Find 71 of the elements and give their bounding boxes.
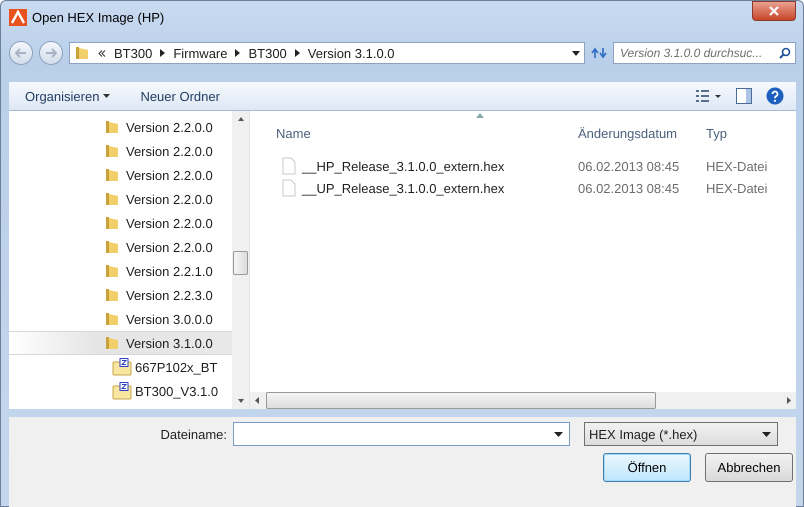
window-title: Open HEX Image (HP) bbox=[32, 10, 164, 24]
tree-item[interactable]: Version 3.1.0.0 bbox=[9, 331, 232, 355]
file-type: HEX-Datei bbox=[706, 158, 768, 174]
refresh-icon[interactable] bbox=[591, 46, 607, 60]
file-date: 06.02.2013 08:45 bbox=[578, 158, 680, 174]
breadcrumb-item[interactable]: BT300 bbox=[248, 46, 287, 60]
back-arrow-icon bbox=[15, 48, 27, 58]
tree-item[interactable]: Version 2.2.1.0 bbox=[9, 259, 232, 283]
folder-icon bbox=[104, 119, 120, 135]
file-type: HEX-Datei bbox=[706, 180, 768, 196]
tree-item[interactable]: Version 2.2.0.0 bbox=[9, 163, 232, 187]
folder-icon bbox=[104, 143, 120, 159]
filename-label: Dateiname: bbox=[160, 426, 227, 442]
dropdown-arrow-icon bbox=[554, 432, 563, 436]
tree-item[interactable]: Version 2.2.0.0 bbox=[9, 139, 232, 163]
search-field[interactable]: Version 3.1.0.0 durchsuc... bbox=[613, 42, 796, 64]
tree-item[interactable]: Version 3.0.0.0 bbox=[9, 307, 232, 331]
file-icon bbox=[282, 157, 296, 175]
breadcrumb-item[interactable]: BT300 bbox=[114, 46, 152, 60]
toolbar-button[interactable]: Neuer Ordner bbox=[136, 86, 224, 106]
column-header[interactable]: Name bbox=[276, 126, 578, 141]
help-icon[interactable] bbox=[766, 87, 784, 105]
search-icon bbox=[779, 47, 791, 59]
dropdown-arrow-icon[interactable] bbox=[572, 50, 580, 56]
close-icon bbox=[769, 6, 779, 16]
tree-item[interactable]: Version 2.2.0.0 bbox=[9, 235, 232, 259]
column-header[interactable]: Änderungsdatum bbox=[578, 126, 706, 141]
scroll-thumb[interactable] bbox=[266, 392, 656, 409]
breadcrumb-arrow-icon bbox=[160, 49, 166, 57]
folder-icon bbox=[104, 239, 120, 255]
file-name[interactable]: __UP_Release_3.1.0.0_extern.hex bbox=[302, 180, 504, 196]
breadcrumb-item[interactable]: Firmware bbox=[173, 46, 228, 60]
folder-icon bbox=[104, 191, 120, 207]
breadcrumb-item[interactable]: Version 3.1.0.0 bbox=[308, 46, 395, 60]
folder-icon bbox=[74, 45, 90, 61]
folder-icon bbox=[104, 263, 120, 279]
tree-item[interactable]: BT300_V3.1.0 bbox=[9, 379, 232, 403]
folder-icon bbox=[104, 311, 120, 327]
file-date: 06.02.2013 08:45 bbox=[578, 180, 680, 196]
tree-item[interactable]: Version 2.2.3.0 bbox=[9, 283, 232, 307]
address-bar[interactable]: BT300 Firmware BT300 Version 3.1.0.0 bbox=[69, 42, 585, 64]
folder-icon bbox=[104, 215, 120, 231]
folder-icon bbox=[104, 287, 120, 303]
open-button[interactable]: Öffnen bbox=[603, 453, 691, 482]
app-logo-icon bbox=[9, 8, 27, 26]
tree-item[interactable]: Version 2.2.0.0 bbox=[9, 211, 232, 235]
overflow-chevron-icon bbox=[98, 50, 106, 56]
filename-field[interactable] bbox=[233, 422, 570, 446]
sort-arrow-icon bbox=[476, 113, 484, 118]
archive-icon bbox=[112, 358, 132, 376]
folder-icon bbox=[104, 167, 120, 183]
close-button[interactable] bbox=[752, 1, 796, 21]
folder-icon bbox=[104, 335, 120, 351]
organize-menu-button[interactable]: Organisieren bbox=[21, 86, 114, 106]
cancel-button[interactable]: Abbrechen bbox=[705, 453, 793, 482]
tree-item[interactable]: Version 2.2.0.0 bbox=[9, 115, 232, 139]
scroll-thumb[interactable] bbox=[233, 251, 248, 275]
view-list-icon[interactable] bbox=[696, 89, 722, 103]
archive-icon bbox=[112, 382, 132, 400]
preview-pane-icon[interactable] bbox=[736, 88, 752, 104]
dropdown-arrow-icon bbox=[762, 432, 771, 436]
column-header[interactable]: Typ bbox=[706, 126, 786, 141]
tree-item[interactable]: 667P102x_BT bbox=[9, 355, 232, 379]
caret-icon bbox=[103, 94, 110, 98]
file-icon bbox=[282, 179, 296, 197]
file-name[interactable]: __HP_Release_3.1.0.0_extern.hex bbox=[302, 158, 504, 174]
tree-item[interactable]: Version 2.2.0.0 bbox=[9, 187, 232, 211]
breadcrumb-arrow-icon bbox=[294, 49, 300, 57]
breadcrumb-arrow-icon bbox=[235, 49, 240, 57]
forward-arrow-icon bbox=[45, 48, 57, 58]
file-type-dropdown[interactable]: HEX Image (*.hex) bbox=[584, 422, 778, 446]
